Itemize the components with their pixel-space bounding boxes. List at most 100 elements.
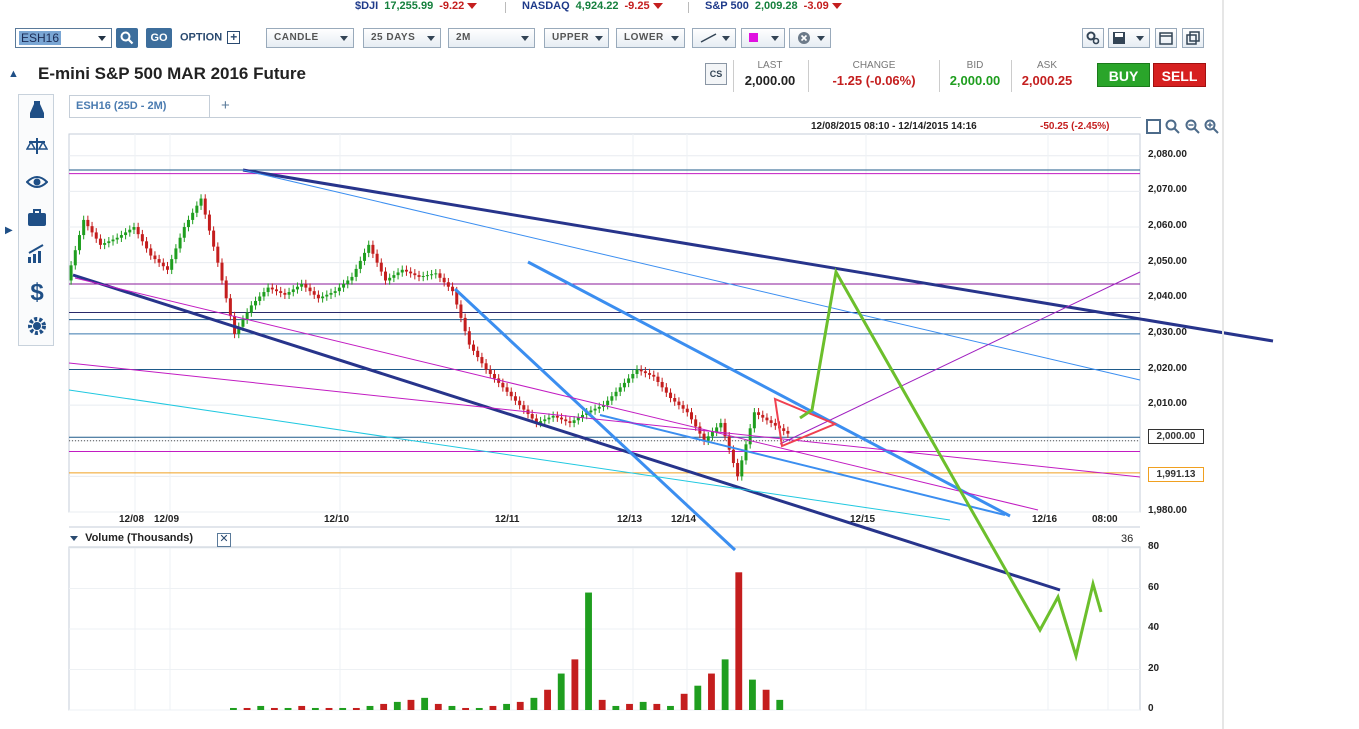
volume-bar [489,705,497,710]
candle-body [342,284,346,288]
candle-body [207,214,211,231]
candle-body [472,344,476,351]
time-tick-label: 12/16 [1032,514,1058,525]
candle-body [673,398,677,402]
candle-body [417,275,421,277]
time-tick-label: 12/10 [324,514,350,525]
volume-bar [557,673,565,710]
candle-body [90,226,94,233]
candle-body [710,431,714,437]
candle-body [715,427,719,432]
close-volume-icon[interactable]: ✕ [217,533,231,547]
candle-body [254,300,258,306]
candle-body [291,289,295,293]
candle-body [245,312,249,320]
volume-bar [366,705,374,710]
candle-body [568,421,572,423]
candle-body [304,284,308,288]
candle-body [404,269,408,272]
candle-body [132,227,136,230]
candle-body [547,417,551,420]
candle-body [643,371,647,374]
candle-body [312,291,316,295]
candle-body [740,460,744,477]
candle-body [706,436,710,441]
candle-body [509,391,513,397]
candle-body [86,219,90,227]
candle-body [459,304,463,318]
candle-body [522,405,526,410]
volume-bar [462,707,470,710]
candle-body [375,253,379,263]
time-tick-label: 12/14 [671,514,697,525]
candle-body [266,287,270,293]
candle-body [597,406,601,409]
candle-body [115,237,119,240]
candle-body [748,428,752,445]
candle-body [354,268,358,277]
volume-bar [762,689,770,710]
time-tick-label: 12/13 [617,514,643,525]
volume-bar [339,707,347,710]
candle-body [124,232,128,236]
candle-body [572,420,576,423]
candle-body [329,292,333,295]
volume-bar [544,689,551,710]
candle-body [555,415,559,418]
candle-body [388,277,392,281]
candle-body [639,369,643,372]
candle-body [178,237,182,249]
volume-bar [639,701,647,710]
volume-bar [325,707,333,710]
candle-body [618,387,622,392]
candle-body [119,235,123,238]
candle-body [224,280,228,299]
volume-bar [434,703,442,710]
volume-bar [571,659,579,710]
candle-body [685,408,689,413]
candle-body [350,276,354,281]
candle-body [413,273,417,276]
volume-bar [284,707,292,710]
candle-body [765,417,769,421]
candle-body [648,373,652,375]
candle-body [694,419,698,427]
candle-body [689,412,693,420]
volume-bar [749,679,756,710]
candle-body [325,294,329,297]
scrollbar[interactable] [1222,0,1224,729]
volume-bar [270,707,278,710]
volume-bar [598,699,606,710]
candle-body [191,212,195,220]
candle-body [761,414,765,418]
line-price-label: 1,991.13 [1148,467,1204,482]
candle-body [530,414,534,419]
volume-bar [475,707,483,710]
time-tick-label: 08:00 [1092,514,1118,525]
volume-last-value: 36 [1121,533,1134,545]
candle-body [392,275,396,278]
candle-body [614,391,618,397]
candle-body [94,232,98,239]
candle-body [145,241,149,249]
candle-body [543,419,547,422]
volume-bar [380,703,388,710]
volume-bar [257,705,265,710]
candle-body [564,419,568,422]
candle-body [379,262,383,272]
volume-bar [735,572,743,710]
candle-body [400,269,404,273]
candle-body [480,357,484,364]
candle-body [228,298,232,317]
price-plot-frame [68,133,1141,513]
candle-body [560,417,564,420]
volume-bar [421,697,429,710]
volume-collapse-icon[interactable] [70,536,78,541]
volume-bar [667,705,674,710]
candle-body [463,317,467,332]
volume-bar [503,703,510,710]
candle-body [622,382,626,388]
candle-body [656,376,660,382]
candle-body [488,369,492,374]
candle-body [681,405,685,409]
